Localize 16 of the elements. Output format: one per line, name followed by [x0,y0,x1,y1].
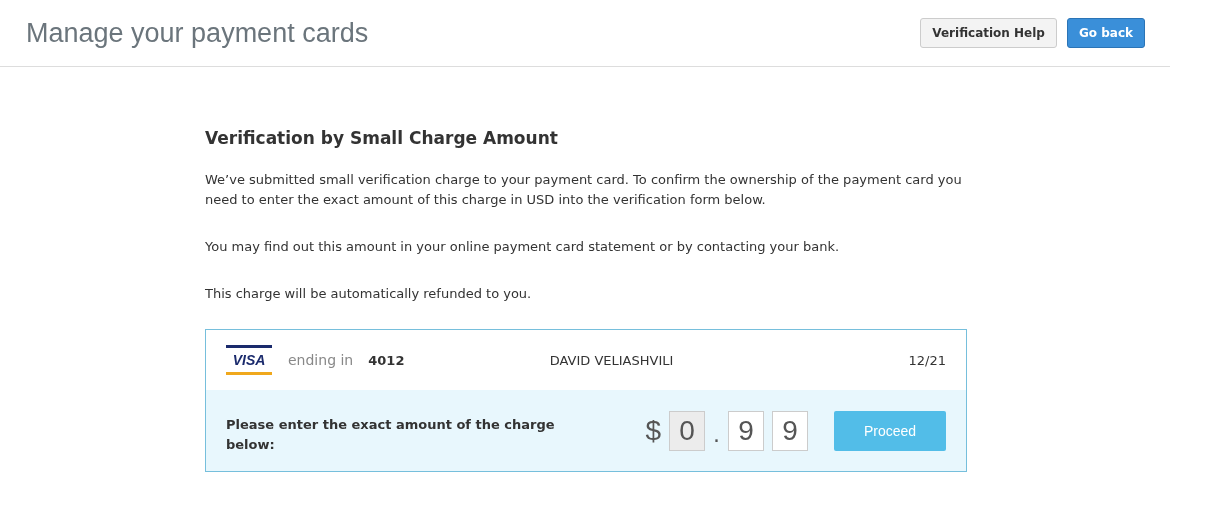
card-expiry: 12/21 [908,352,946,368]
digit-field[interactable]: 9 [772,410,808,451]
paragraph: This charge will be automatically refunded to you. [205,285,533,303]
paragraph: You may find out this amount in your online payment card statement or by contacting your bank. [205,238,841,256]
card-last-digits: 4012 [368,352,405,368]
section-heading: Verification by Small Charge Amount [205,128,559,148]
ending-label: ending in [288,352,354,368]
cardholder-name: DAVID VELIASHVILI [549,352,674,368]
currency-sign: $ [645,414,661,447]
amount-prompt: Please enter the exact amount of the charge below: [226,415,556,454]
visa-logo: VISA [226,345,272,375]
page-title: Manage your payment cards [26,17,369,49]
digit-field[interactable]: 9 [728,410,764,451]
paragraph: We’ve submitted small verification charge to your payment card. To confirm the ownership of the payment card you need to enter the exact amount of this charge in USD into the verification form below. [205,171,963,209]
header-button[interactable]: Verification Help [920,18,1057,48]
decimal-point: . [713,421,720,447]
